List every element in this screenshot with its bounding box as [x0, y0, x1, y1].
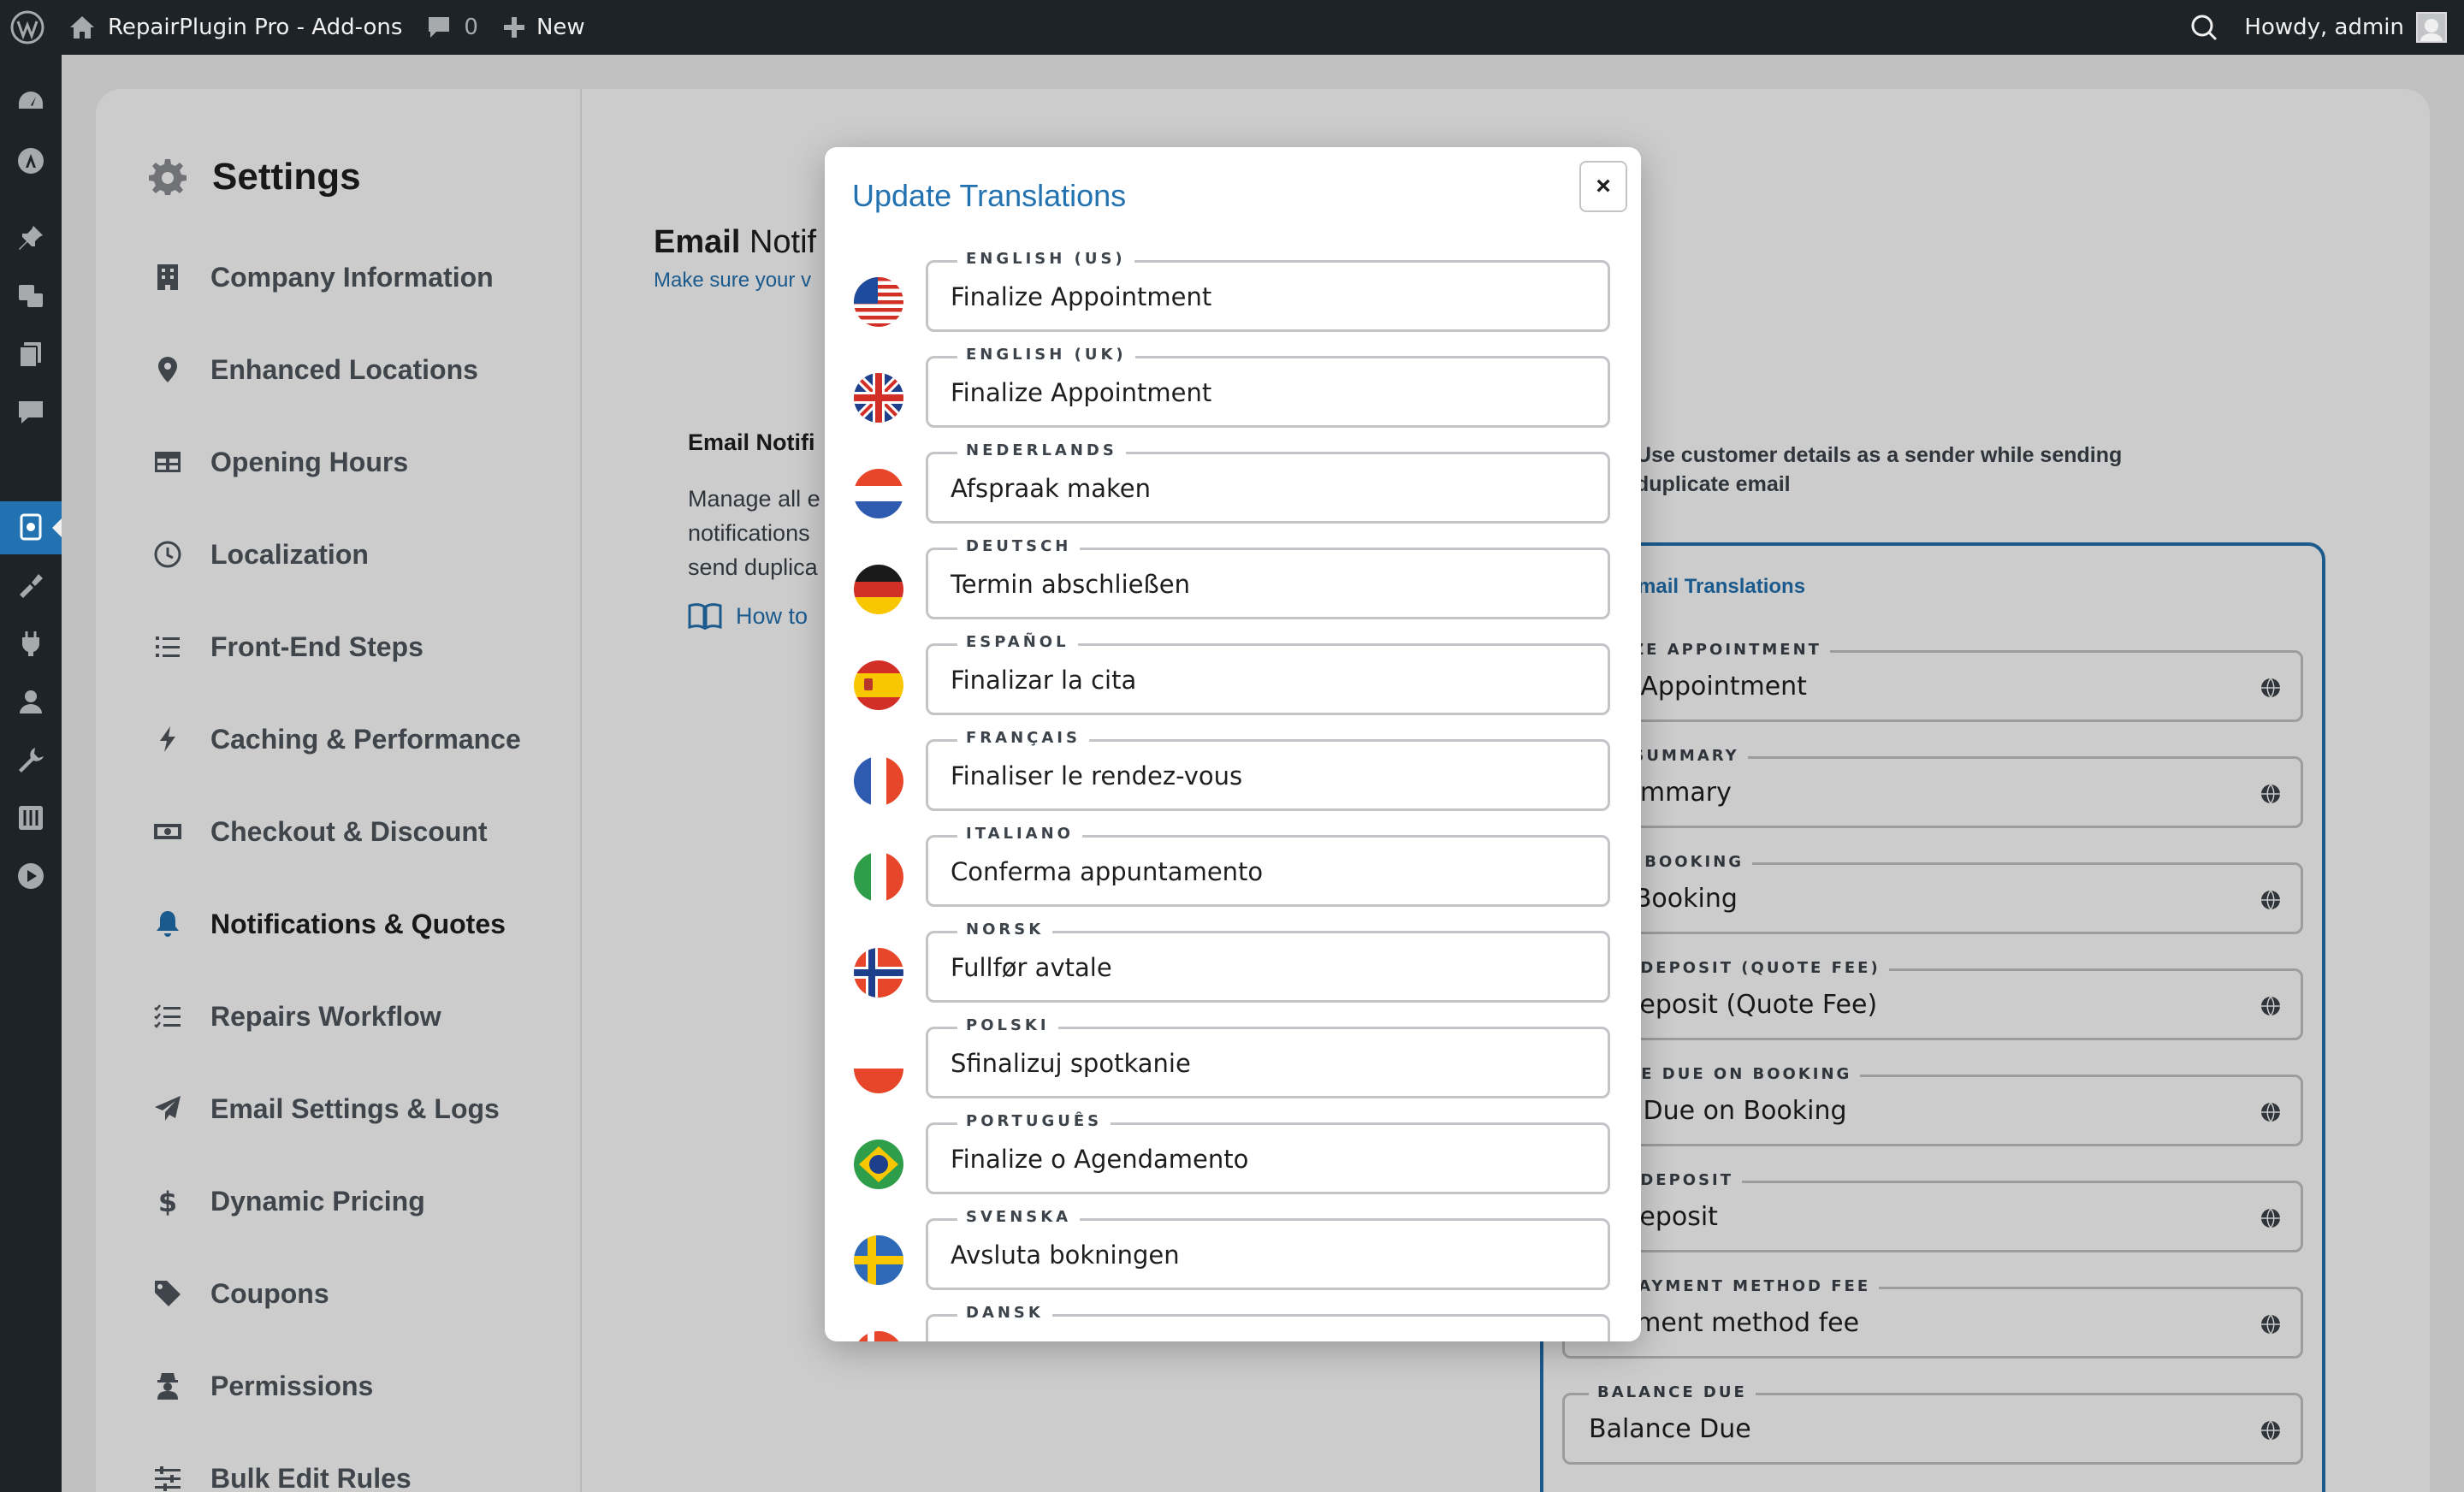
language-row: ENGLISH (UK)	[825, 346, 1641, 452]
comments-link[interactable]: 0	[414, 0, 490, 55]
new-label: New	[536, 15, 585, 40]
translation-input[interactable]	[951, 1332, 1584, 1341]
translation-input[interactable]	[951, 853, 1584, 891]
no-flag-icon	[854, 948, 903, 998]
language-row: ESPAÑOL	[825, 633, 1641, 739]
plus-icon	[503, 17, 524, 38]
language-row: NORSK	[825, 921, 1641, 1027]
translation-input[interactable]	[951, 1236, 1584, 1274]
close-button[interactable]: ×	[1579, 161, 1627, 212]
dashboard-icon[interactable]	[15, 87, 46, 118]
translation-input[interactable]	[951, 757, 1584, 795]
de-flag-icon	[854, 565, 903, 614]
br-flag-icon	[854, 1140, 903, 1189]
language-field: NEDERLANDS	[926, 441, 1610, 524]
translation-input[interactable]	[951, 278, 1584, 316]
admin-bar: RepairPlugin Pro - Add-ons 0 New Howdy, …	[0, 0, 2464, 55]
es-flag-icon	[854, 660, 903, 710]
search-icon[interactable]	[2177, 0, 2244, 55]
language-row: DEUTSCH	[825, 537, 1641, 643]
language-row: SVENSKA	[825, 1208, 1641, 1314]
language-field: POLSKI	[926, 1016, 1610, 1098]
howdy-text: Howdy, admin	[2244, 15, 2404, 40]
wordpress-logo-icon[interactable]	[0, 0, 56, 55]
repairplugin-icon[interactable]	[15, 512, 46, 542]
language-field: ENGLISH (UK)	[926, 346, 1610, 428]
plugins-icon[interactable]	[15, 628, 46, 659]
language-field: ENGLISH (US)	[926, 250, 1610, 332]
nl-flag-icon	[854, 469, 903, 518]
it-flag-icon	[854, 852, 903, 902]
language-row: PORTUGUÊS	[825, 1112, 1641, 1218]
language-field: ITALIANO	[926, 825, 1610, 907]
language-field: NORSK	[926, 921, 1610, 1003]
modal-title: Update Translations	[852, 178, 1127, 213]
comments-count: 0	[464, 15, 478, 40]
fr-flag-icon	[854, 756, 903, 806]
language-field: ESPAÑOL	[926, 633, 1610, 715]
language-row: NEDERLANDS	[825, 441, 1641, 548]
language-field: PORTUGUÊS	[926, 1112, 1610, 1194]
users-icon[interactable]	[15, 686, 46, 717]
site-name: RepairPlugin Pro - Add-ons	[108, 15, 403, 40]
translation-input[interactable]	[951, 565, 1584, 603]
appearance-icon[interactable]	[15, 570, 46, 601]
translation-input[interactable]	[951, 1045, 1584, 1082]
translation-input[interactable]	[951, 661, 1584, 699]
pages-icon[interactable]	[15, 339, 46, 370]
dk-flag-icon	[854, 1331, 903, 1341]
language-field: DANSK	[926, 1304, 1610, 1341]
us-flag-icon	[854, 277, 903, 327]
language-row: ENGLISH (US)	[825, 250, 1641, 356]
language-row: FRANÇAIS	[825, 729, 1641, 835]
language-row: DANSK	[825, 1304, 1641, 1341]
comment-icon	[429, 17, 450, 38]
tools-icon[interactable]	[15, 744, 46, 775]
comments-icon[interactable]	[15, 397, 46, 428]
admin-menu	[0, 55, 62, 1492]
translation-input[interactable]	[951, 374, 1584, 411]
uk-flag-icon	[854, 373, 903, 423]
pin-icon[interactable]	[15, 222, 46, 253]
settings-icon[interactable]	[15, 802, 46, 833]
language-row: POLSKI	[825, 1016, 1641, 1122]
avatar	[2416, 12, 2447, 43]
astra-icon[interactable]	[15, 145, 46, 176]
se-flag-icon	[854, 1235, 903, 1285]
site-name-link[interactable]: RepairPlugin Pro - Add-ons	[56, 0, 414, 55]
new-content-link[interactable]: New	[490, 0, 597, 55]
translation-input[interactable]	[951, 470, 1584, 507]
my-account-link[interactable]: Howdy, admin	[2244, 0, 2464, 55]
language-field: DEUTSCH	[926, 537, 1610, 619]
pl-flag-icon	[854, 1044, 903, 1093]
translation-input[interactable]	[951, 949, 1584, 986]
update-translations-modal: Update Translations × ENGLISH (US) ENGLI…	[825, 147, 1641, 1341]
home-icon	[70, 16, 94, 38]
language-field: FRANÇAIS	[926, 729, 1610, 811]
translation-input[interactable]	[951, 1140, 1584, 1178]
language-field: SVENSKA	[926, 1208, 1610, 1290]
play-icon[interactable]	[15, 861, 46, 891]
media-icon[interactable]	[15, 281, 46, 311]
language-row: ITALIANO	[825, 825, 1641, 931]
